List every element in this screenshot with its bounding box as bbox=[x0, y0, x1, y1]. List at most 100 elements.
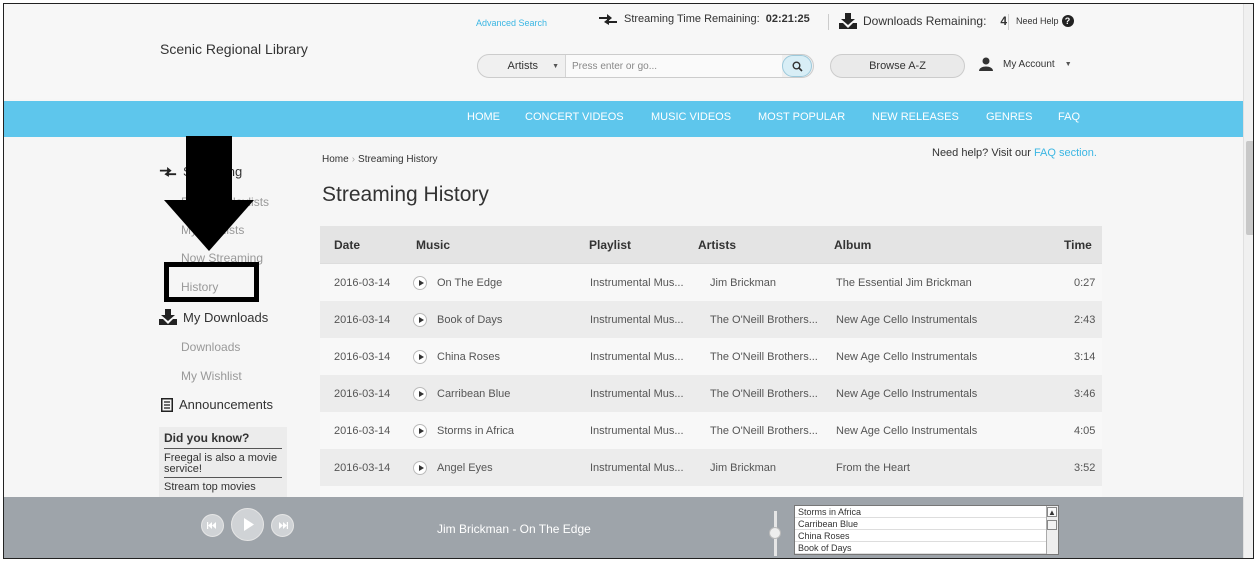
page-scroll-thumb[interactable] bbox=[1246, 141, 1253, 235]
col-playlist[interactable]: Playlist bbox=[589, 238, 631, 252]
streaming-value: 02:21:25 bbox=[765, 13, 810, 25]
play-button[interactable] bbox=[231, 508, 264, 541]
annotation-arrow-icon bbox=[164, 136, 254, 251]
play-icon[interactable] bbox=[413, 312, 427, 327]
library-name[interactable]: Scenic Regional Library bbox=[160, 41, 308, 57]
search-icon bbox=[792, 61, 803, 72]
sidebar-announcements-heading[interactable]: Announcements bbox=[161, 397, 273, 412]
cell-artist[interactable]: Jim Brickman bbox=[710, 462, 776, 474]
cell-album[interactable]: New Age Cello Instrumentals bbox=[836, 388, 977, 400]
next-button[interactable] bbox=[271, 514, 294, 537]
col-artists[interactable]: Artists bbox=[698, 238, 736, 252]
header: Scenic Regional Library Advanced Search … bbox=[4, 4, 1253, 99]
history-table: Date Music Playlist Artists Album Time 2… bbox=[320, 226, 1102, 523]
cell-music[interactable]: Storms in Africa bbox=[437, 425, 514, 437]
search-type-value: Artists bbox=[507, 60, 539, 72]
nav-genres[interactable]: GENRES bbox=[986, 111, 1032, 123]
col-music[interactable]: Music bbox=[416, 238, 450, 252]
queue-scroll-thumb[interactable] bbox=[1047, 520, 1057, 530]
faq-section-link[interactable]: FAQ section. bbox=[1034, 147, 1097, 159]
col-date[interactable]: Date bbox=[334, 238, 360, 252]
cell-album[interactable]: The Essential Jim Brickman bbox=[836, 277, 972, 289]
cell-playlist[interactable]: Instrumental Mus... bbox=[590, 388, 684, 400]
cell-playlist[interactable]: Instrumental Mus... bbox=[590, 314, 684, 326]
play-icon[interactable] bbox=[413, 423, 427, 438]
nav-home[interactable]: HOME bbox=[467, 111, 500, 123]
cell-artist[interactable]: The O'Neill Brothers... bbox=[710, 314, 818, 326]
sidebar-downloads-label: My Downloads bbox=[183, 309, 269, 325]
streaming-icon bbox=[599, 14, 617, 25]
volume-slider-handle[interactable] bbox=[769, 527, 781, 539]
cell-album[interactable]: New Age Cello Instrumentals bbox=[836, 425, 977, 437]
cell-playlist[interactable]: Instrumental Mus... bbox=[590, 425, 684, 437]
play-icon[interactable] bbox=[413, 349, 427, 364]
did-you-know-text: Freegal is also a movie service! bbox=[164, 453, 282, 478]
my-account-menu[interactable]: My Account ▼ bbox=[979, 57, 1072, 71]
cell-artist[interactable]: The O'Neill Brothers... bbox=[710, 388, 818, 400]
cell-artist[interactable]: The O'Neill Brothers... bbox=[710, 351, 818, 363]
nav-most-popular[interactable]: MOST POPULAR bbox=[758, 111, 845, 123]
did-you-know-text2[interactable]: Stream top movies bbox=[164, 481, 282, 493]
cell-music[interactable]: Book of Days bbox=[437, 314, 502, 326]
cell-date: 2016-03-14 bbox=[334, 387, 391, 400]
now-playing-text: Jim Brickman - On The Edge bbox=[437, 522, 591, 536]
queue-item[interactable]: Book of Days bbox=[795, 542, 1058, 554]
play-icon[interactable] bbox=[413, 460, 427, 475]
cell-music[interactable]: On The Edge bbox=[437, 277, 502, 289]
downloads-label: Downloads Remaining: bbox=[863, 14, 987, 28]
search-input[interactable] bbox=[566, 55, 782, 77]
table-row[interactable]: 2016-03-14 On The Edge Instrumental Mus...… bbox=[320, 264, 1102, 301]
cell-album[interactable]: From the Heart bbox=[836, 462, 910, 474]
cell-time: 2:43 bbox=[1074, 313, 1096, 326]
cell-music[interactable]: Carribean Blue bbox=[437, 388, 510, 400]
cell-music[interactable]: China Roses bbox=[437, 351, 500, 363]
nav-concert-videos[interactable]: CONCERT VIDEOS bbox=[525, 111, 624, 123]
play-icon[interactable] bbox=[413, 386, 427, 401]
nav-faq[interactable]: FAQ bbox=[1058, 111, 1080, 123]
cell-playlist[interactable]: Instrumental Mus... bbox=[590, 462, 684, 474]
skip-back-icon bbox=[207, 522, 216, 529]
cell-date: 2016-03-14 bbox=[334, 276, 391, 289]
queue-item[interactable]: Carribean Blue bbox=[795, 518, 1058, 530]
queue-item[interactable]: China Roses bbox=[795, 530, 1058, 542]
scroll-up-icon[interactable]: ▲ bbox=[1047, 507, 1057, 517]
cell-album[interactable]: New Age Cello Instrumentals bbox=[836, 314, 977, 326]
play-queue: Storms in Africa Carribean Blue China Ro… bbox=[794, 505, 1059, 555]
question-icon: ? bbox=[1061, 15, 1074, 27]
sidebar-item-downloads[interactable]: Downloads bbox=[181, 340, 240, 354]
advanced-search-link[interactable]: Advanced Search bbox=[476, 18, 547, 28]
document-icon bbox=[161, 397, 173, 412]
search-button[interactable] bbox=[782, 55, 812, 77]
sidebar-announcements-label: Announcements bbox=[179, 397, 273, 412]
sidebar-downloads-heading[interactable]: My Downloads bbox=[159, 309, 268, 325]
header-divider bbox=[1008, 14, 1009, 30]
previous-button[interactable] bbox=[201, 514, 224, 537]
table-row[interactable]: 2016-03-14 China Roses Instrumental Mus...… bbox=[320, 338, 1102, 375]
cell-album[interactable]: New Age Cello Instrumentals bbox=[836, 351, 977, 363]
need-help-label: Need Help bbox=[1016, 16, 1059, 26]
queue-scrollbar[interactable]: ▲ bbox=[1046, 506, 1058, 554]
cell-playlist[interactable]: Instrumental Mus... bbox=[590, 277, 684, 289]
col-time[interactable]: Time bbox=[1064, 238, 1092, 252]
page-scrollbar[interactable] bbox=[1243, 4, 1253, 558]
table-row[interactable]: 2016-03-14 Carribean Blue Instrumental Mus… bbox=[320, 375, 1102, 412]
play-icon[interactable] bbox=[413, 275, 427, 290]
table-row[interactable]: 2016-03-14 Angel Eyes Instrumental Mus... J… bbox=[320, 449, 1102, 486]
table-row[interactable]: 2016-03-14 Book of Days Instrumental Mus..… bbox=[320, 301, 1102, 338]
sidebar-item-my-wishlist[interactable]: My Wishlist bbox=[181, 369, 242, 383]
help-visit-label: Need help? Visit our bbox=[932, 147, 1031, 159]
col-album[interactable]: Album bbox=[834, 238, 871, 252]
breadcrumb-home[interactable]: Home bbox=[322, 154, 349, 165]
cell-music[interactable]: Angel Eyes bbox=[437, 462, 493, 474]
cell-artist[interactable]: Jim Brickman bbox=[710, 277, 776, 289]
need-help-link[interactable]: Need Help ? bbox=[1016, 15, 1074, 27]
queue-item[interactable]: Storms in Africa bbox=[795, 506, 1058, 518]
main-nav: HOME CONCERT VIDEOS MUSIC VIDEOS MOST PO… bbox=[4, 101, 1253, 137]
cell-playlist[interactable]: Instrumental Mus... bbox=[590, 351, 684, 363]
table-row[interactable]: 2016-03-14 Storms in Africa Instrumental M… bbox=[320, 412, 1102, 449]
nav-new-releases[interactable]: NEW RELEASES bbox=[872, 111, 959, 123]
cell-artist[interactable]: The O'Neill Brothers... bbox=[710, 425, 818, 437]
nav-music-videos[interactable]: MUSIC VIDEOS bbox=[651, 111, 731, 123]
search-type-select[interactable]: Artists ▼ bbox=[478, 55, 566, 77]
browse-a-z-button[interactable]: Browse A-Z bbox=[830, 54, 965, 78]
